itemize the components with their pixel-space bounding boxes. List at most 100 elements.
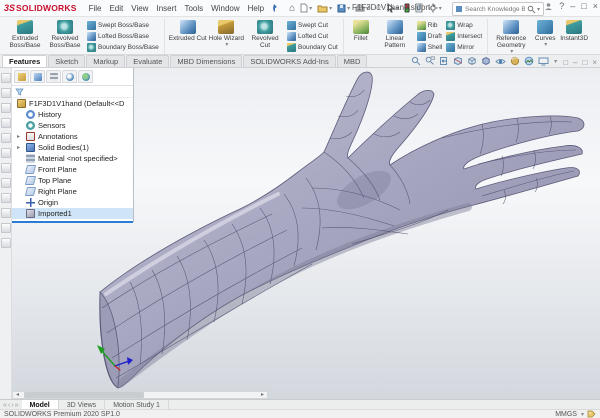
search-caret-icon[interactable]: ▾ (537, 6, 540, 13)
feature-manager-tab[interactable] (14, 70, 29, 83)
revolved-cut-button[interactable]: Revolved Cut (245, 20, 285, 49)
edit-appearance-icon[interactable] (510, 56, 520, 66)
strip-icon[interactable] (0, 163, 11, 173)
revolved-boss-base-button[interactable]: Revolved Boss/Base (45, 20, 85, 49)
strip-icon[interactable] (0, 133, 11, 143)
tab-last-icon[interactable]: » (15, 402, 19, 409)
tree-root[interactable]: F1F3D1V1hand (Default<<D (12, 98, 133, 109)
expand-arrow-icon[interactable]: ▸ (17, 144, 20, 151)
open-button[interactable]: ▾ (315, 1, 334, 15)
maximize-button[interactable]: □ (581, 1, 586, 11)
display-manager-tab[interactable] (78, 70, 93, 83)
strip-icon[interactable] (0, 88, 11, 98)
tree-item-annotations[interactable]: ▸ Annotations (12, 131, 133, 142)
curves-button[interactable]: Curves ▾ (531, 20, 559, 48)
menu-help[interactable]: Help (244, 4, 268, 13)
tree-item-solid-bodies[interactable]: ▸ Solid Bodies(1) (12, 142, 133, 153)
menu-view[interactable]: View (127, 4, 152, 13)
intersect-button[interactable]: Intersect (446, 31, 482, 42)
scroll-right-icon[interactable]: ▸ (258, 392, 267, 398)
pin-menu-icon[interactable] (268, 1, 281, 15)
tree-item-top-plane[interactable]: Top Plane (12, 175, 133, 186)
linear-pattern-button[interactable]: Linear Pattern (375, 20, 415, 49)
doc-restore-icon[interactable]: □ (563, 58, 568, 67)
extruded-boss-base-button[interactable]: Extruded Boss/Base (5, 20, 45, 49)
menu-tools[interactable]: Tools (180, 4, 207, 13)
scrollbar-thumb[interactable] (24, 392, 144, 398)
boundary-cut-button[interactable]: Boundary Cut (287, 42, 338, 53)
tree-filter[interactable] (12, 86, 133, 98)
menu-file[interactable]: File (85, 4, 106, 13)
units-caret-icon[interactable]: ▾ (581, 411, 584, 418)
strip-icon[interactable] (0, 148, 11, 158)
tab-markup[interactable]: Markup (86, 55, 126, 67)
tree-item-history[interactable]: History (12, 109, 133, 120)
user-login-icon[interactable] (544, 2, 553, 11)
tab-prev-icon[interactable]: ‹ (8, 402, 10, 409)
strip-icon[interactable] (0, 103, 11, 113)
zoom-to-fit-icon[interactable] (411, 56, 421, 66)
strip-icon[interactable] (0, 178, 11, 188)
property-manager-tab[interactable] (30, 70, 45, 83)
tree-item-origin[interactable]: Origin (12, 197, 133, 208)
reference-geometry-button[interactable]: Reference Geometry ▾ (491, 20, 531, 56)
strip-icon[interactable] (0, 238, 11, 248)
menu-window[interactable]: Window (207, 4, 243, 13)
lofted-cut-button[interactable]: Lofted Cut (287, 31, 338, 42)
headsup-caret-icon[interactable]: ▾ (554, 58, 557, 65)
instant3d-button[interactable]: Instant3D (559, 20, 589, 42)
tab-sketch[interactable]: Sketch (48, 55, 86, 67)
swept-boss-base-button[interactable]: Swept Boss/Base (87, 20, 159, 31)
mirror-button[interactable]: Mirror (446, 42, 482, 53)
hand-model[interactable] (99, 71, 585, 389)
extruded-cut-button[interactable]: Extruded Cut (168, 20, 208, 42)
tab-mbd[interactable]: MBD (336, 55, 368, 67)
tab-features[interactable]: Features (2, 55, 48, 67)
configuration-manager-tab[interactable] (46, 70, 61, 83)
search-icon[interactable] (527, 5, 536, 14)
tab-mbd-dimensions[interactable]: MBD Dimensions (170, 55, 243, 67)
view-settings-icon[interactable] (538, 57, 549, 66)
strip-icon[interactable] (0, 223, 11, 233)
tree-item-imported1[interactable]: Imported1 (12, 208, 133, 219)
tree-item-front-plane[interactable]: Front Plane (12, 164, 133, 175)
section-view-icon[interactable] (453, 56, 463, 66)
horizontal-scrollbar[interactable]: ◂ ▸ (12, 391, 268, 399)
view-orientation-icon[interactable] (467, 56, 477, 66)
shell-button[interactable]: Shell (416, 42, 442, 53)
close-button[interactable]: × (593, 1, 598, 11)
new-document-button[interactable]: ▾ (298, 1, 314, 15)
strip-icon[interactable] (0, 118, 11, 128)
boundary-boss-base-button[interactable]: Boundary Boss/Base (87, 42, 159, 53)
units-selector[interactable]: MMGS (555, 411, 577, 418)
apply-scene-icon[interactable] (524, 56, 534, 66)
wrap-button[interactable]: Wrap (446, 20, 482, 31)
strip-icon[interactable] (0, 193, 11, 203)
tree-item-sensors[interactable]: Sensors (12, 120, 133, 131)
menu-edit[interactable]: Edit (105, 4, 127, 13)
expand-arrow-icon[interactable]: ▸ (17, 133, 20, 140)
fillet-button[interactable]: Fillet (347, 20, 375, 42)
dimxpert-manager-tab[interactable] (62, 70, 77, 83)
custom-properties-tag-icon[interactable] (587, 410, 596, 418)
tab-solidworks-add-ins[interactable]: SOLIDWORKS Add-Ins (243, 55, 336, 67)
doc-minimize-icon[interactable]: – (573, 58, 577, 67)
tab-next-icon[interactable]: › (11, 402, 13, 409)
strip-icon[interactable] (0, 73, 11, 83)
tree-item-right-plane[interactable]: Right Plane (12, 186, 133, 197)
tree-item-material[interactable]: Material <not specified> (12, 153, 133, 164)
menu-insert[interactable]: Insert (152, 4, 180, 13)
search-input[interactable] (463, 4, 527, 14)
scroll-left-icon[interactable]: ◂ (13, 392, 22, 398)
lofted-boss-base-button[interactable]: Lofted Boss/Base (87, 31, 159, 42)
hide-show-items-icon[interactable] (495, 57, 506, 66)
zoom-to-area-icon[interactable] (425, 56, 436, 66)
hole-wizard-button[interactable]: Hole Wizard ▾ (208, 20, 245, 48)
tab-first-icon[interactable]: « (3, 402, 7, 409)
doc-maximize-icon[interactable]: □ (582, 58, 587, 67)
previous-view-icon[interactable] (439, 56, 449, 66)
draft-button[interactable]: Draft (416, 31, 442, 42)
strip-icon[interactable] (0, 208, 11, 218)
display-style-icon[interactable] (481, 56, 491, 66)
tab-evaluate[interactable]: Evaluate (126, 55, 170, 67)
